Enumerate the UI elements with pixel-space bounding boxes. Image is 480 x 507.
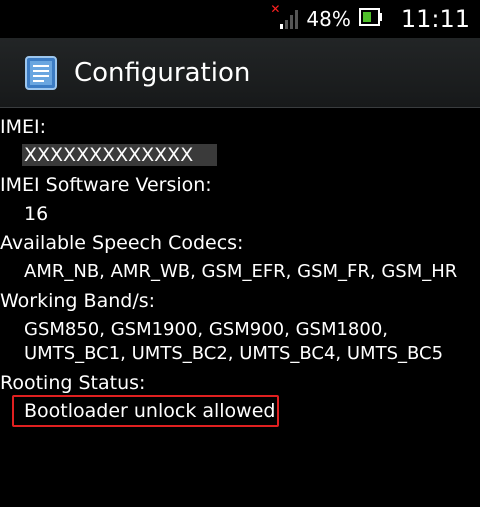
configuration-app-icon[interactable] — [24, 55, 58, 95]
rooting-status-highlight — [12, 395, 279, 427]
bands-value-line1: GSM850, GSM1900, GSM900, GSM1800, — [24, 319, 388, 340]
bands-value-line2: UMTS_BC1, UMTS_BC2, UMTS_BC4, UMTS_BC5 — [24, 343, 444, 364]
status-bar: ✕ 48% 11:11 — [0, 0, 480, 38]
imei-label: IMEI: — [0, 116, 47, 138]
battery-icon — [358, 8, 383, 30]
action-bar: Configuration — [0, 38, 480, 108]
rooting-status-label: Rooting Status: — [0, 372, 146, 394]
battery-percent: 48% — [306, 7, 351, 31]
signal-no-service-icon: ✕ — [270, 2, 299, 30]
codecs-value: AMR_NB, AMR_WB, GSM_EFR, GSM_FR, GSM_HR — [24, 261, 458, 282]
no-service-x-icon: ✕ — [270, 2, 281, 16]
imei-sv-label: IMEI Software Version: — [0, 174, 212, 196]
page-title: Configuration — [74, 58, 251, 88]
codecs-label: Available Speech Codecs: — [0, 232, 244, 254]
bands-label: Working Band/s: — [0, 290, 156, 312]
imei-sv-value: 16 — [24, 203, 49, 225]
status-icons: ✕ 48% 11:11 — [270, 0, 470, 38]
clock: 11:11 — [400, 5, 470, 33]
imei-value: XXXXXXXXXXXXX — [22, 144, 218, 166]
